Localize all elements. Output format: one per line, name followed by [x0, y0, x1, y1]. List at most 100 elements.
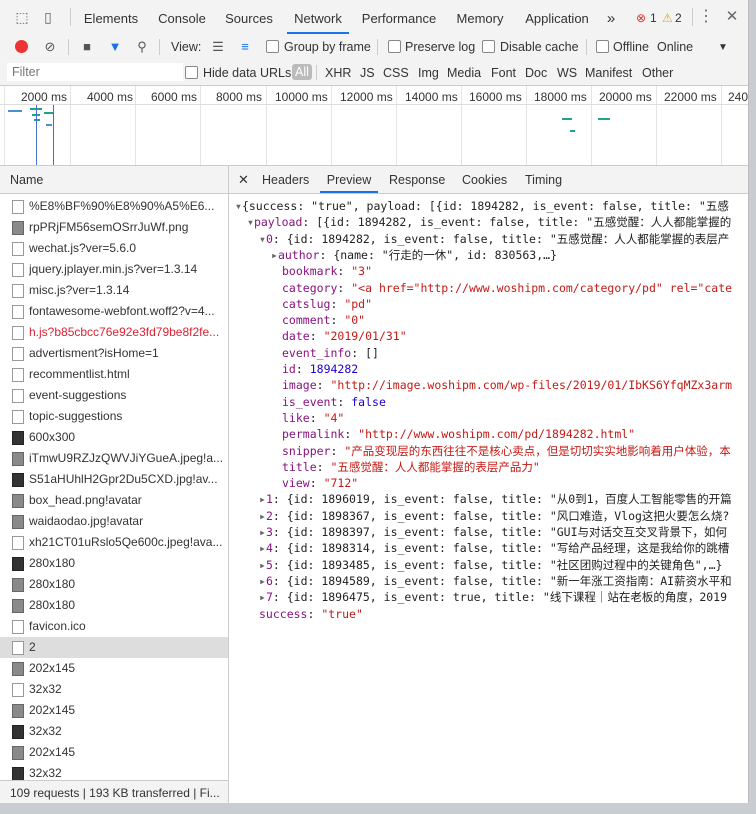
request-row[interactable]: 600x300: [0, 427, 228, 448]
tab-timing[interactable]: Timing: [525, 166, 562, 193]
collapsed-triangle-icon[interactable]: ▸: [271, 248, 278, 262]
json-item-line[interactable]: ▸7: {id: 1896475, is_event: true, title:…: [259, 589, 727, 605]
expanded-triangle-icon[interactable]: ▾: [247, 215, 254, 229]
request-row[interactable]: fontawesome-webfont.woff2?v=4...: [0, 301, 228, 322]
request-row[interactable]: 280x180: [0, 595, 228, 616]
request-row[interactable]: iTmwU9RZJzQWVJiYGueA.jpeg!a...: [0, 448, 228, 469]
waterfall-overview-icon[interactable]: ≡: [237, 39, 253, 55]
request-row[interactable]: 202x145: [0, 700, 228, 721]
tab-response[interactable]: Response: [389, 166, 445, 193]
kebab-menu-icon[interactable]: ⋮: [698, 9, 714, 25]
filter-type-other[interactable]: Other: [642, 66, 673, 80]
more-tabs-button[interactable]: »: [603, 0, 619, 34]
request-row[interactable]: 32x32: [0, 721, 228, 742]
expanded-triangle-icon[interactable]: ▾: [235, 199, 242, 213]
collapsed-triangle-icon[interactable]: ▸: [259, 590, 266, 604]
error-icon[interactable]: ⊗: [636, 11, 646, 25]
chevron-down-icon[interactable]: ▼: [718, 41, 728, 55]
collapsed-triangle-icon[interactable]: ▸: [259, 492, 266, 506]
filter-input[interactable]: [7, 63, 183, 81]
close-detail-icon[interactable]: ✕: [238, 166, 249, 193]
offline-checkbox[interactable]: [596, 40, 609, 53]
filter-type-font[interactable]: Font: [491, 66, 516, 80]
tab-performance[interactable]: Performance: [357, 0, 441, 34]
filter-type-xhr[interactable]: XHR: [325, 66, 351, 80]
tab-preview[interactable]: Preview: [320, 166, 378, 193]
request-row-selected[interactable]: 2: [0, 637, 228, 658]
close-icon[interactable]: ✕: [724, 9, 740, 25]
request-row[interactable]: xh21CT01uRslo5Qe600c.jpeg!ava...: [0, 532, 228, 553]
tab-application[interactable]: Application: [518, 0, 596, 34]
filter-type-manifest[interactable]: Manifest: [585, 66, 632, 80]
request-row[interactable]: misc.js?ver=1.3.14: [0, 280, 228, 301]
json-item-line[interactable]: ▸5: {id: 1893485, is_event: false, title…: [259, 557, 722, 573]
inspect-element-icon[interactable]: ⬚: [14, 9, 30, 25]
request-row[interactable]: 202x145: [0, 658, 228, 679]
request-row[interactable]: topic-suggestions: [0, 406, 228, 427]
collapsed-triangle-icon[interactable]: ▸: [259, 541, 266, 555]
throttling-select[interactable]: Online: [657, 40, 693, 54]
device-toolbar-icon[interactable]: ▯: [40, 9, 56, 25]
json-item-line[interactable]: ▸3: {id: 1898397, is_event: false, title…: [259, 524, 727, 540]
hide-data-urls-checkbox[interactable]: [185, 66, 198, 79]
tab-cookies[interactable]: Cookies: [462, 166, 507, 193]
preserve-log-checkbox[interactable]: [388, 40, 401, 53]
tab-headers[interactable]: Headers: [262, 166, 309, 193]
tab-network[interactable]: Network: [287, 0, 349, 34]
collapsed-triangle-icon[interactable]: ▸: [259, 509, 266, 523]
collapsed-triangle-icon[interactable]: ▸: [259, 525, 266, 539]
tab-elements[interactable]: Elements: [78, 0, 144, 34]
request-row[interactable]: waidaodao.jpg!avatar: [0, 511, 228, 532]
tab-memory[interactable]: Memory: [450, 0, 510, 34]
request-row[interactable]: wechat.js?ver=5.6.0: [0, 238, 228, 259]
collapsed-triangle-icon[interactable]: ▸: [259, 574, 266, 588]
request-row[interactable]: box_head.png!avatar: [0, 490, 228, 511]
expanded-triangle-icon[interactable]: ▾: [259, 232, 266, 246]
request-row[interactable]: 280x180: [0, 574, 228, 595]
disable-cache-checkbox[interactable]: [482, 40, 495, 53]
collapsed-triangle-icon[interactable]: ▸: [259, 558, 266, 572]
group-by-frame-checkbox[interactable]: [266, 40, 279, 53]
filter-type-media[interactable]: Media: [447, 66, 481, 80]
filter-type-doc[interactable]: Doc: [525, 66, 547, 80]
json-item-line[interactable]: ▾0: {id: 1894282, is_event: false, title…: [259, 231, 729, 247]
request-row[interactable]: 202x145: [0, 742, 228, 763]
request-row[interactable]: rpPRjFM56semOSrrJuWf.png: [0, 217, 228, 238]
filter-type-css[interactable]: CSS: [383, 66, 409, 80]
clear-icon[interactable]: ⊘: [42, 39, 58, 55]
json-payload-line[interactable]: ▾payload: [{id: 1894282, is_event: false…: [247, 214, 731, 230]
warning-icon[interactable]: ⚠: [662, 11, 673, 25]
request-row[interactable]: favicon.ico: [0, 616, 228, 637]
request-row[interactable]: S51aHUhlH2Gpr2Du5CXD.jpg!av...: [0, 469, 228, 490]
tab-console[interactable]: Console: [152, 0, 212, 34]
filter-type-img[interactable]: Img: [418, 66, 439, 80]
column-header[interactable]: Name: [0, 166, 228, 194]
filter-funnel-icon[interactable]: ▼: [107, 39, 123, 55]
tab-sources[interactable]: Sources: [220, 0, 278, 34]
request-row[interactable]: advertisment?isHome=1: [0, 343, 228, 364]
json-item-line[interactable]: ▸1: {id: 1896019, is_event: false, title…: [259, 491, 732, 507]
large-rows-icon[interactable]: ☰: [210, 39, 226, 55]
search-icon[interactable]: ⚲: [134, 39, 150, 55]
request-row[interactable]: 280x180: [0, 553, 228, 574]
record-button[interactable]: [15, 40, 28, 53]
request-row[interactable]: 32x32: [0, 679, 228, 700]
error-count[interactable]: 1: [650, 11, 657, 25]
filter-type-js[interactable]: JS: [360, 66, 375, 80]
warning-count[interactable]: 2: [675, 11, 682, 25]
json-item-line[interactable]: ▸6: {id: 1894589, is_event: false, title…: [259, 573, 732, 589]
json-item-line[interactable]: ▸4: {id: 1898314, is_event: false, title…: [259, 540, 729, 556]
json-item-line[interactable]: ▸2: {id: 1898367, is_event: false, title…: [259, 508, 729, 524]
timeline-overview[interactable]: 2000 ms 4000 ms 6000 ms 8000 ms 10000 ms…: [0, 86, 748, 166]
image-file-icon: [12, 557, 24, 571]
screenshot-camera-icon[interactable]: ■: [79, 39, 95, 55]
json-root-line[interactable]: ▾{success: "true", payload: [{id: 189428…: [235, 198, 729, 214]
request-row[interactable]: h.js?b85cbcc76e92e3fd79be8f2fe...: [0, 322, 228, 343]
request-row[interactable]: jquery.jplayer.min.js?ver=1.3.14: [0, 259, 228, 280]
filter-type-all[interactable]: All: [292, 64, 312, 80]
request-row[interactable]: event-suggestions: [0, 385, 228, 406]
json-author-line[interactable]: ▸author: {name: "行走的一休", id: 830563,…}: [271, 247, 557, 263]
request-row[interactable]: recommentlist.html: [0, 364, 228, 385]
filter-type-ws[interactable]: WS: [557, 66, 577, 80]
request-row[interactable]: %E8%BF%90%E8%90%A5%E6...: [0, 196, 228, 217]
